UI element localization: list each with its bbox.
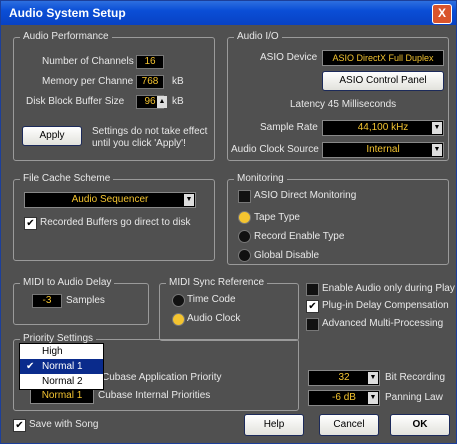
memory-value[interactable]: 768 bbox=[136, 75, 164, 89]
monitoring-group: Monitoring ASIO Direct Monitoring Tape T… bbox=[227, 173, 449, 265]
menu-item-label: High bbox=[42, 346, 63, 357]
sample-rate-label: Sample Rate bbox=[260, 122, 318, 133]
clock-value: Internal bbox=[366, 144, 400, 155]
channels-label: Number of Channels bbox=[42, 56, 134, 67]
tape-type-radio[interactable] bbox=[238, 211, 251, 224]
audio-clock-radio[interactable] bbox=[172, 313, 185, 326]
time-code-radio[interactable] bbox=[172, 294, 185, 307]
chevron-down-icon: ▼ bbox=[432, 144, 442, 156]
check-icon: ✔ bbox=[26, 361, 35, 372]
file-cache-title: File Cache Scheme bbox=[20, 173, 114, 184]
app-priority-label: Cubase Application Priority bbox=[102, 372, 222, 383]
menu-item-high[interactable]: High bbox=[20, 344, 103, 359]
menu-item-label: Normal 2 bbox=[42, 376, 83, 387]
midi-delay-unit: Samples bbox=[66, 295, 105, 306]
monitoring-title: Monitoring bbox=[234, 173, 287, 184]
clock-select[interactable]: Internal ▼ bbox=[322, 142, 444, 158]
time-code-label: Time Code bbox=[187, 294, 236, 305]
device-select[interactable]: ASIO DirectX Full Duplex bbox=[322, 50, 444, 66]
internal-priority-label: Cubase Internal Priorities bbox=[98, 390, 211, 401]
latency-text: Latency 45 Milliseconds bbox=[290, 99, 397, 110]
recorded-buffers-checkbox[interactable]: ✔ bbox=[24, 217, 37, 230]
title-bar: Audio System Setup X bbox=[1, 1, 456, 25]
asio-direct-checkbox[interactable] bbox=[238, 190, 251, 203]
close-button[interactable]: X bbox=[432, 4, 452, 24]
priority-dropdown-menu: High ✔ Normal 1 Normal 2 bbox=[19, 343, 104, 390]
file-cache-group: File Cache Scheme Audio Sequencer ▼ ✔ Re… bbox=[13, 173, 215, 261]
tape-type-label: Tape Type bbox=[254, 212, 300, 223]
block-label: Disk Block Buffer Size bbox=[26, 96, 125, 107]
block-value-text: 96 bbox=[144, 96, 156, 107]
apply-note-1: Settings do not take effect bbox=[92, 126, 208, 137]
menu-item-normal-2[interactable]: Normal 2 bbox=[20, 374, 103, 389]
help-button[interactable]: Help bbox=[244, 414, 304, 436]
menu-item-normal-1[interactable]: ✔ Normal 1 bbox=[20, 359, 103, 374]
midi-sync-title: MIDI Sync Reference bbox=[166, 277, 268, 288]
panning-law-label: Panning Law bbox=[385, 392, 443, 403]
apply-note-2: until you click 'Apply'! bbox=[92, 138, 186, 149]
menu-item-label: Normal 1 bbox=[42, 361, 83, 372]
panning-law-value: -6 dB bbox=[332, 392, 356, 403]
block-unit: kB bbox=[172, 96, 184, 107]
ok-button[interactable]: OK bbox=[390, 414, 450, 436]
record-enable-radio[interactable] bbox=[238, 230, 251, 243]
chevron-down-icon: ▼ bbox=[432, 122, 442, 134]
device-value: ASIO DirectX Full Duplex bbox=[332, 53, 434, 63]
advanced-multi-label: Advanced Multi-Processing bbox=[322, 318, 444, 329]
chevron-down-icon: ▼ bbox=[368, 392, 378, 404]
cancel-button[interactable]: Cancel bbox=[319, 414, 379, 436]
internal-priority-select[interactable]: Normal 1 bbox=[30, 388, 94, 404]
cache-scheme-value: Audio Sequencer bbox=[71, 194, 149, 205]
bit-recording-select[interactable]: 32 ▼ bbox=[308, 370, 380, 386]
midi-delay-group: MIDI to Audio Delay -3 Samples bbox=[13, 277, 149, 325]
global-disable-radio[interactable] bbox=[238, 249, 251, 262]
audio-performance-group: Audio Performance Number of Channels 16 … bbox=[13, 31, 215, 161]
block-spin-icon[interactable]: ▲ bbox=[157, 96, 167, 108]
clock-label: Audio Clock Source bbox=[231, 144, 319, 155]
midi-delay-value[interactable]: -3 bbox=[32, 294, 62, 308]
midi-sync-group: MIDI Sync Reference Time Code Audio Cloc… bbox=[159, 277, 299, 341]
asio-direct-label: ASIO Direct Monitoring bbox=[254, 190, 357, 201]
panning-law-select[interactable]: -6 dB ▼ bbox=[308, 390, 380, 406]
save-with-song-label: Save with Song bbox=[29, 419, 99, 430]
recorded-buffers-label: Recorded Buffers go direct to disk bbox=[40, 217, 191, 228]
record-enable-label: Record Enable Type bbox=[254, 231, 345, 242]
audio-system-setup-dialog: Audio System Setup X Audio Performance N… bbox=[0, 0, 457, 444]
memory-label: Memory per Channe bbox=[42, 76, 134, 87]
midi-delay-title: MIDI to Audio Delay bbox=[20, 277, 115, 288]
save-with-song-checkbox[interactable]: ✔ bbox=[13, 419, 26, 432]
audio-io-group: Audio I/O ASIO Device ASIO DirectX Full … bbox=[227, 31, 449, 161]
bit-recording-value: 32 bbox=[338, 372, 350, 383]
audio-io-title: Audio I/O bbox=[234, 31, 282, 42]
sample-rate-value: 44,100 kHz bbox=[357, 122, 409, 133]
apply-button[interactable]: Apply bbox=[22, 126, 82, 146]
bit-recording-label: Bit Recording bbox=[385, 372, 446, 383]
asio-control-panel-button[interactable]: ASIO Control Panel bbox=[322, 71, 444, 91]
memory-unit: kB bbox=[172, 76, 184, 87]
chevron-down-icon: ▼ bbox=[184, 194, 194, 206]
sample-rate-select[interactable]: 44,100 kHz ▼ bbox=[322, 120, 444, 136]
enable-audio-play-label: Enable Audio only during Play bbox=[322, 283, 455, 294]
advanced-multi-checkbox[interactable] bbox=[306, 318, 319, 331]
device-label: ASIO Device bbox=[260, 52, 318, 63]
audio-clock-label: Audio Clock bbox=[187, 313, 241, 324]
plugin-delay-label: Plug-in Delay Compensation bbox=[322, 300, 449, 311]
internal-priority-value: Normal 1 bbox=[41, 390, 83, 401]
channels-value[interactable]: 16 bbox=[136, 55, 164, 69]
chevron-down-icon: ▼ bbox=[368, 372, 378, 384]
enable-audio-play-checkbox[interactable] bbox=[306, 283, 319, 296]
global-disable-label: Global Disable bbox=[254, 250, 320, 261]
window-title: Audio System Setup bbox=[9, 6, 126, 20]
plugin-delay-checkbox[interactable]: ✔ bbox=[306, 300, 319, 313]
audio-performance-title: Audio Performance bbox=[20, 31, 112, 42]
cache-scheme-select[interactable]: Audio Sequencer ▼ bbox=[24, 192, 196, 208]
